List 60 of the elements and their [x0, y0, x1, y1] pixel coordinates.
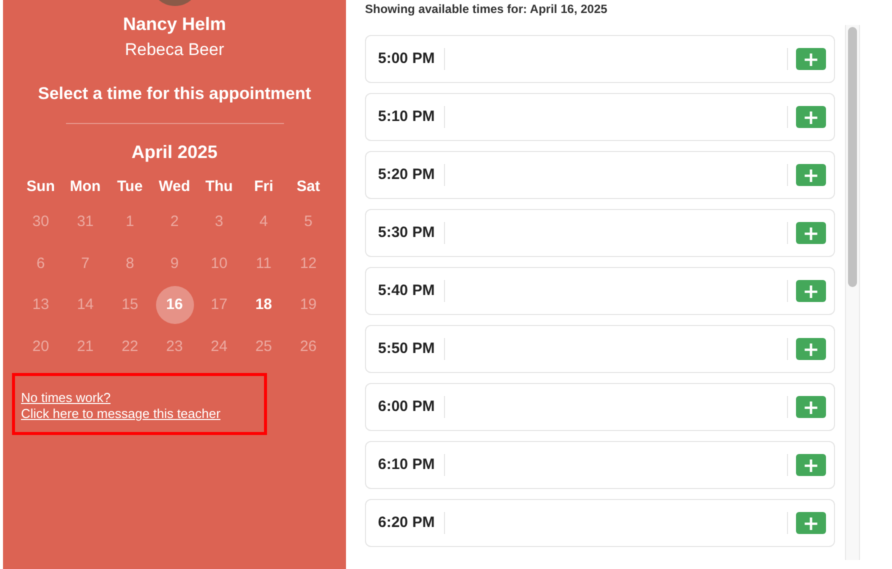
- time-label: 5:50 PM: [378, 338, 445, 360]
- time-label: 5:30 PM: [378, 222, 445, 244]
- calendar-day: 3: [200, 202, 238, 240]
- weekday-label: Tue: [117, 177, 143, 197]
- calendar-day: 12: [289, 244, 328, 282]
- time-label: 5:20 PM: [378, 164, 445, 186]
- time-label: 5:00 PM: [378, 48, 445, 70]
- add-button[interactable]: +: [796, 222, 826, 244]
- calendar-day: 19: [289, 286, 328, 324]
- message-teacher-link[interactable]: Click here to message this teacher: [21, 406, 220, 422]
- calendar-day: 13: [22, 286, 60, 324]
- add-button[interactable]: +: [796, 164, 826, 186]
- weekday-label: Wed: [158, 177, 190, 197]
- add-button[interactable]: +: [796, 512, 826, 534]
- weekday-label: Thu: [205, 177, 233, 197]
- add-button[interactable]: +: [796, 48, 826, 70]
- teacher-name: Nancy Helm: [122, 14, 226, 35]
- add-button[interactable]: +: [796, 396, 826, 418]
- add-button[interactable]: +: [796, 454, 826, 476]
- calendar-day: 14: [66, 286, 104, 324]
- time-label: 5:10 PM: [378, 106, 445, 128]
- calendar-day: 8: [110, 244, 149, 282]
- calendar-day: 6: [22, 244, 60, 282]
- calendar-day: 24: [200, 327, 238, 365]
- calendar-day: 21: [66, 327, 104, 365]
- weekday-label: Fri: [254, 177, 274, 197]
- calendar-day: 20: [22, 327, 60, 365]
- calendar-day: 10: [200, 244, 238, 282]
- time-label: 6:00 PM: [378, 396, 445, 418]
- calendar-day: 17: [200, 286, 238, 324]
- time-label: 6:20 PM: [378, 512, 445, 534]
- no-times-link[interactable]: No times work?: [21, 390, 111, 406]
- available-times-heading: Showing available times for: April 16, 2025: [365, 2, 608, 16]
- calendar-day: 25: [244, 327, 283, 365]
- calendar-day: 30: [22, 202, 60, 240]
- add-button[interactable]: +: [796, 106, 826, 128]
- calendar-day: 9: [156, 244, 194, 282]
- time-label: 5:40 PM: [378, 280, 445, 302]
- month-title: April 2025: [131, 142, 218, 163]
- weekday-label: Mon: [70, 177, 101, 197]
- calendar-day: 5: [289, 202, 328, 240]
- calendar-day: 22: [110, 327, 149, 365]
- calendar-day: 11: [244, 244, 283, 282]
- weekday-label: Sat: [296, 177, 320, 197]
- calendar-day: 4: [244, 202, 283, 240]
- calendar-day: 23: [156, 327, 194, 365]
- student-name: Rebeca Beer: [124, 40, 224, 60]
- add-button[interactable]: +: [796, 280, 826, 302]
- calendar-day: 7: [66, 244, 104, 282]
- add-button[interactable]: +: [796, 338, 826, 360]
- calendar-day: 31: [66, 202, 104, 240]
- weekday-label: Sun: [26, 177, 55, 197]
- calendar-day: 2: [156, 202, 194, 240]
- calendar-day: 26: [289, 327, 328, 365]
- prompt-text: Select a time for this appointment: [38, 84, 311, 104]
- calendar-day[interactable]: 16: [156, 286, 194, 324]
- calendar-day: 15: [110, 286, 149, 324]
- calendar-day[interactable]: 18: [244, 286, 283, 324]
- time-label: 6:10 PM: [378, 454, 445, 476]
- calendar-day: 1: [110, 202, 149, 240]
